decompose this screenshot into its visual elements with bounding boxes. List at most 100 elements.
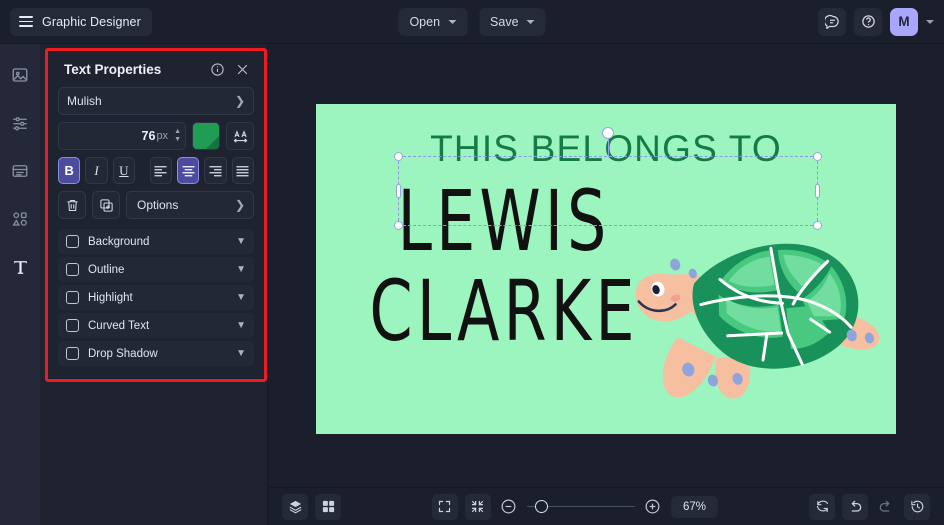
toggle-row-background[interactable]: Background ▼: [58, 229, 254, 254]
curved-text-checkbox[interactable]: [66, 319, 79, 332]
zoom-level-display[interactable]: 67%: [670, 495, 719, 518]
history-icon: [910, 500, 923, 513]
zoom-out-button[interactable]: [498, 496, 520, 518]
align-right-button[interactable]: [204, 157, 227, 184]
size-color-row: 76 px ▲ ▼: [58, 122, 254, 150]
text-effect-toggles: Background ▼ Outline ▼ Highlight ▼ Curve…: [58, 229, 254, 366]
toggle-row-drop-shadow[interactable]: Drop Shadow ▼: [58, 341, 254, 366]
font-family-selector[interactable]: Mulish ❯: [58, 87, 254, 115]
hamburger-icon[interactable]: [19, 16, 33, 27]
trash-icon: [67, 199, 77, 211]
text-format-row: B I U: [58, 157, 254, 184]
drop-shadow-checkbox[interactable]: [66, 347, 79, 360]
fit-screen-button[interactable]: [431, 493, 458, 520]
chevron-down-icon[interactable]: ▼: [236, 320, 246, 331]
close-icon[interactable]: [235, 62, 250, 77]
highlight-checkbox[interactable]: [66, 291, 79, 304]
align-justify-icon: [236, 166, 249, 177]
rotate-handle[interactable]: [602, 127, 614, 139]
options-button[interactable]: Options ❯: [126, 191, 254, 219]
zoom-slider[interactable]: [526, 499, 635, 515]
chevron-right-icon: ❯: [234, 94, 245, 108]
avatar[interactable]: M: [890, 7, 918, 36]
bottom-toolbar: 67%: [268, 487, 944, 525]
chevron-down-icon[interactable]: ▼: [236, 236, 246, 247]
align-center-button[interactable]: [177, 157, 200, 184]
layers-panel-icon: [12, 165, 28, 177]
options-row: Options ❯: [58, 191, 254, 219]
image-icon: [12, 68, 28, 82]
layers-button[interactable]: [282, 493, 308, 520]
collapse-button[interactable]: [464, 493, 491, 520]
chevron-down-icon[interactable]: ▼: [236, 292, 246, 303]
redo-icon: [879, 500, 890, 512]
artboard[interactable]: THIS BELONGS TO LEWIS CLARKE: [316, 104, 896, 434]
zoom-controls: 67%: [431, 493, 719, 520]
resize-handle-middle-right[interactable]: [815, 184, 820, 198]
save-button[interactable]: Save: [479, 7, 546, 36]
canvas-name-line-2[interactable]: CLARKE: [365, 269, 644, 353]
open-button[interactable]: Open: [398, 7, 468, 36]
underline-button[interactable]: U: [112, 157, 135, 184]
history-button[interactable]: [904, 493, 930, 520]
zoom-out-icon: [502, 499, 516, 514]
rail-item-elements[interactable]: [5, 204, 35, 234]
zoom-in-button[interactable]: [642, 496, 664, 518]
resize-handle-bottom-right[interactable]: [813, 221, 822, 230]
comment-button[interactable]: [818, 7, 846, 36]
bold-button[interactable]: B: [58, 157, 81, 184]
font-size-value: 76: [141, 129, 156, 143]
align-left-button[interactable]: [149, 157, 172, 184]
collapse-icon: [472, 500, 484, 513]
chevron-down-icon[interactable]: ▼: [236, 264, 246, 275]
toggle-row-curved-text[interactable]: Curved Text ▼: [58, 313, 254, 338]
zoom-slider-knob[interactable]: [534, 500, 548, 513]
resize-handle-top-left[interactable]: [394, 152, 403, 161]
background-checkbox[interactable]: [66, 235, 79, 248]
info-icon[interactable]: [210, 62, 225, 77]
account-chevron-down-icon[interactable]: [926, 19, 934, 24]
align-justify-button[interactable]: [231, 157, 254, 184]
font-family-value: Mulish: [67, 94, 102, 108]
resize-handle-top-right[interactable]: [813, 152, 822, 161]
background-label: Background: [88, 235, 150, 248]
duplicate-button[interactable]: [92, 191, 120, 219]
toggle-row-highlight[interactable]: Highlight ▼: [58, 285, 254, 310]
delete-button[interactable]: [58, 191, 86, 219]
outline-checkbox[interactable]: [66, 263, 79, 276]
app-root: Graphic Designer Open Save M Text Proper…: [0, 0, 944, 525]
text-icon: [13, 260, 27, 274]
rail-item-adjustments[interactable]: [5, 108, 35, 138]
letter-spacing-icon: [233, 129, 247, 142]
duplicate-icon: [99, 198, 113, 212]
rail-item-image[interactable]: [5, 60, 35, 90]
stepper-arrows-icon[interactable]: ▲ ▼: [174, 128, 181, 143]
resize-handle-middle-left[interactable]: [396, 184, 401, 198]
rail-item-pages[interactable]: [5, 156, 35, 186]
rail-item-text[interactable]: [5, 252, 35, 282]
underline-label: U: [119, 162, 129, 178]
align-center-icon: [182, 166, 195, 177]
resize-handle-bottom-left[interactable]: [394, 221, 403, 230]
app-title: Graphic Designer: [42, 14, 141, 29]
text-selection-box[interactable]: [394, 127, 822, 230]
help-button[interactable]: [854, 7, 882, 36]
brand-menu-button[interactable]: Graphic Designer: [10, 7, 152, 36]
canvas-stage[interactable]: THIS BELONGS TO LEWIS CLARKE: [268, 44, 944, 487]
fit-screen-icon: [439, 500, 451, 513]
help-circle-icon: [861, 15, 875, 28]
reset-button[interactable]: [809, 493, 835, 520]
letter-spacing-button[interactable]: [226, 122, 254, 150]
toggle-row-outline[interactable]: Outline ▼: [58, 257, 254, 282]
curved-text-label: Curved Text: [88, 319, 150, 332]
text-color-swatch[interactable]: [192, 122, 220, 150]
grid-icon: [322, 500, 334, 513]
italic-button[interactable]: I: [85, 157, 108, 184]
font-size-stepper[interactable]: 76 px ▲ ▼: [58, 122, 186, 150]
chevron-down-icon[interactable]: ▼: [236, 348, 246, 359]
grid-view-button[interactable]: [315, 493, 341, 520]
redo-button[interactable]: [875, 496, 897, 518]
chevron-down-icon: [448, 19, 457, 24]
save-label: Save: [490, 14, 519, 29]
undo-button[interactable]: [842, 493, 868, 520]
